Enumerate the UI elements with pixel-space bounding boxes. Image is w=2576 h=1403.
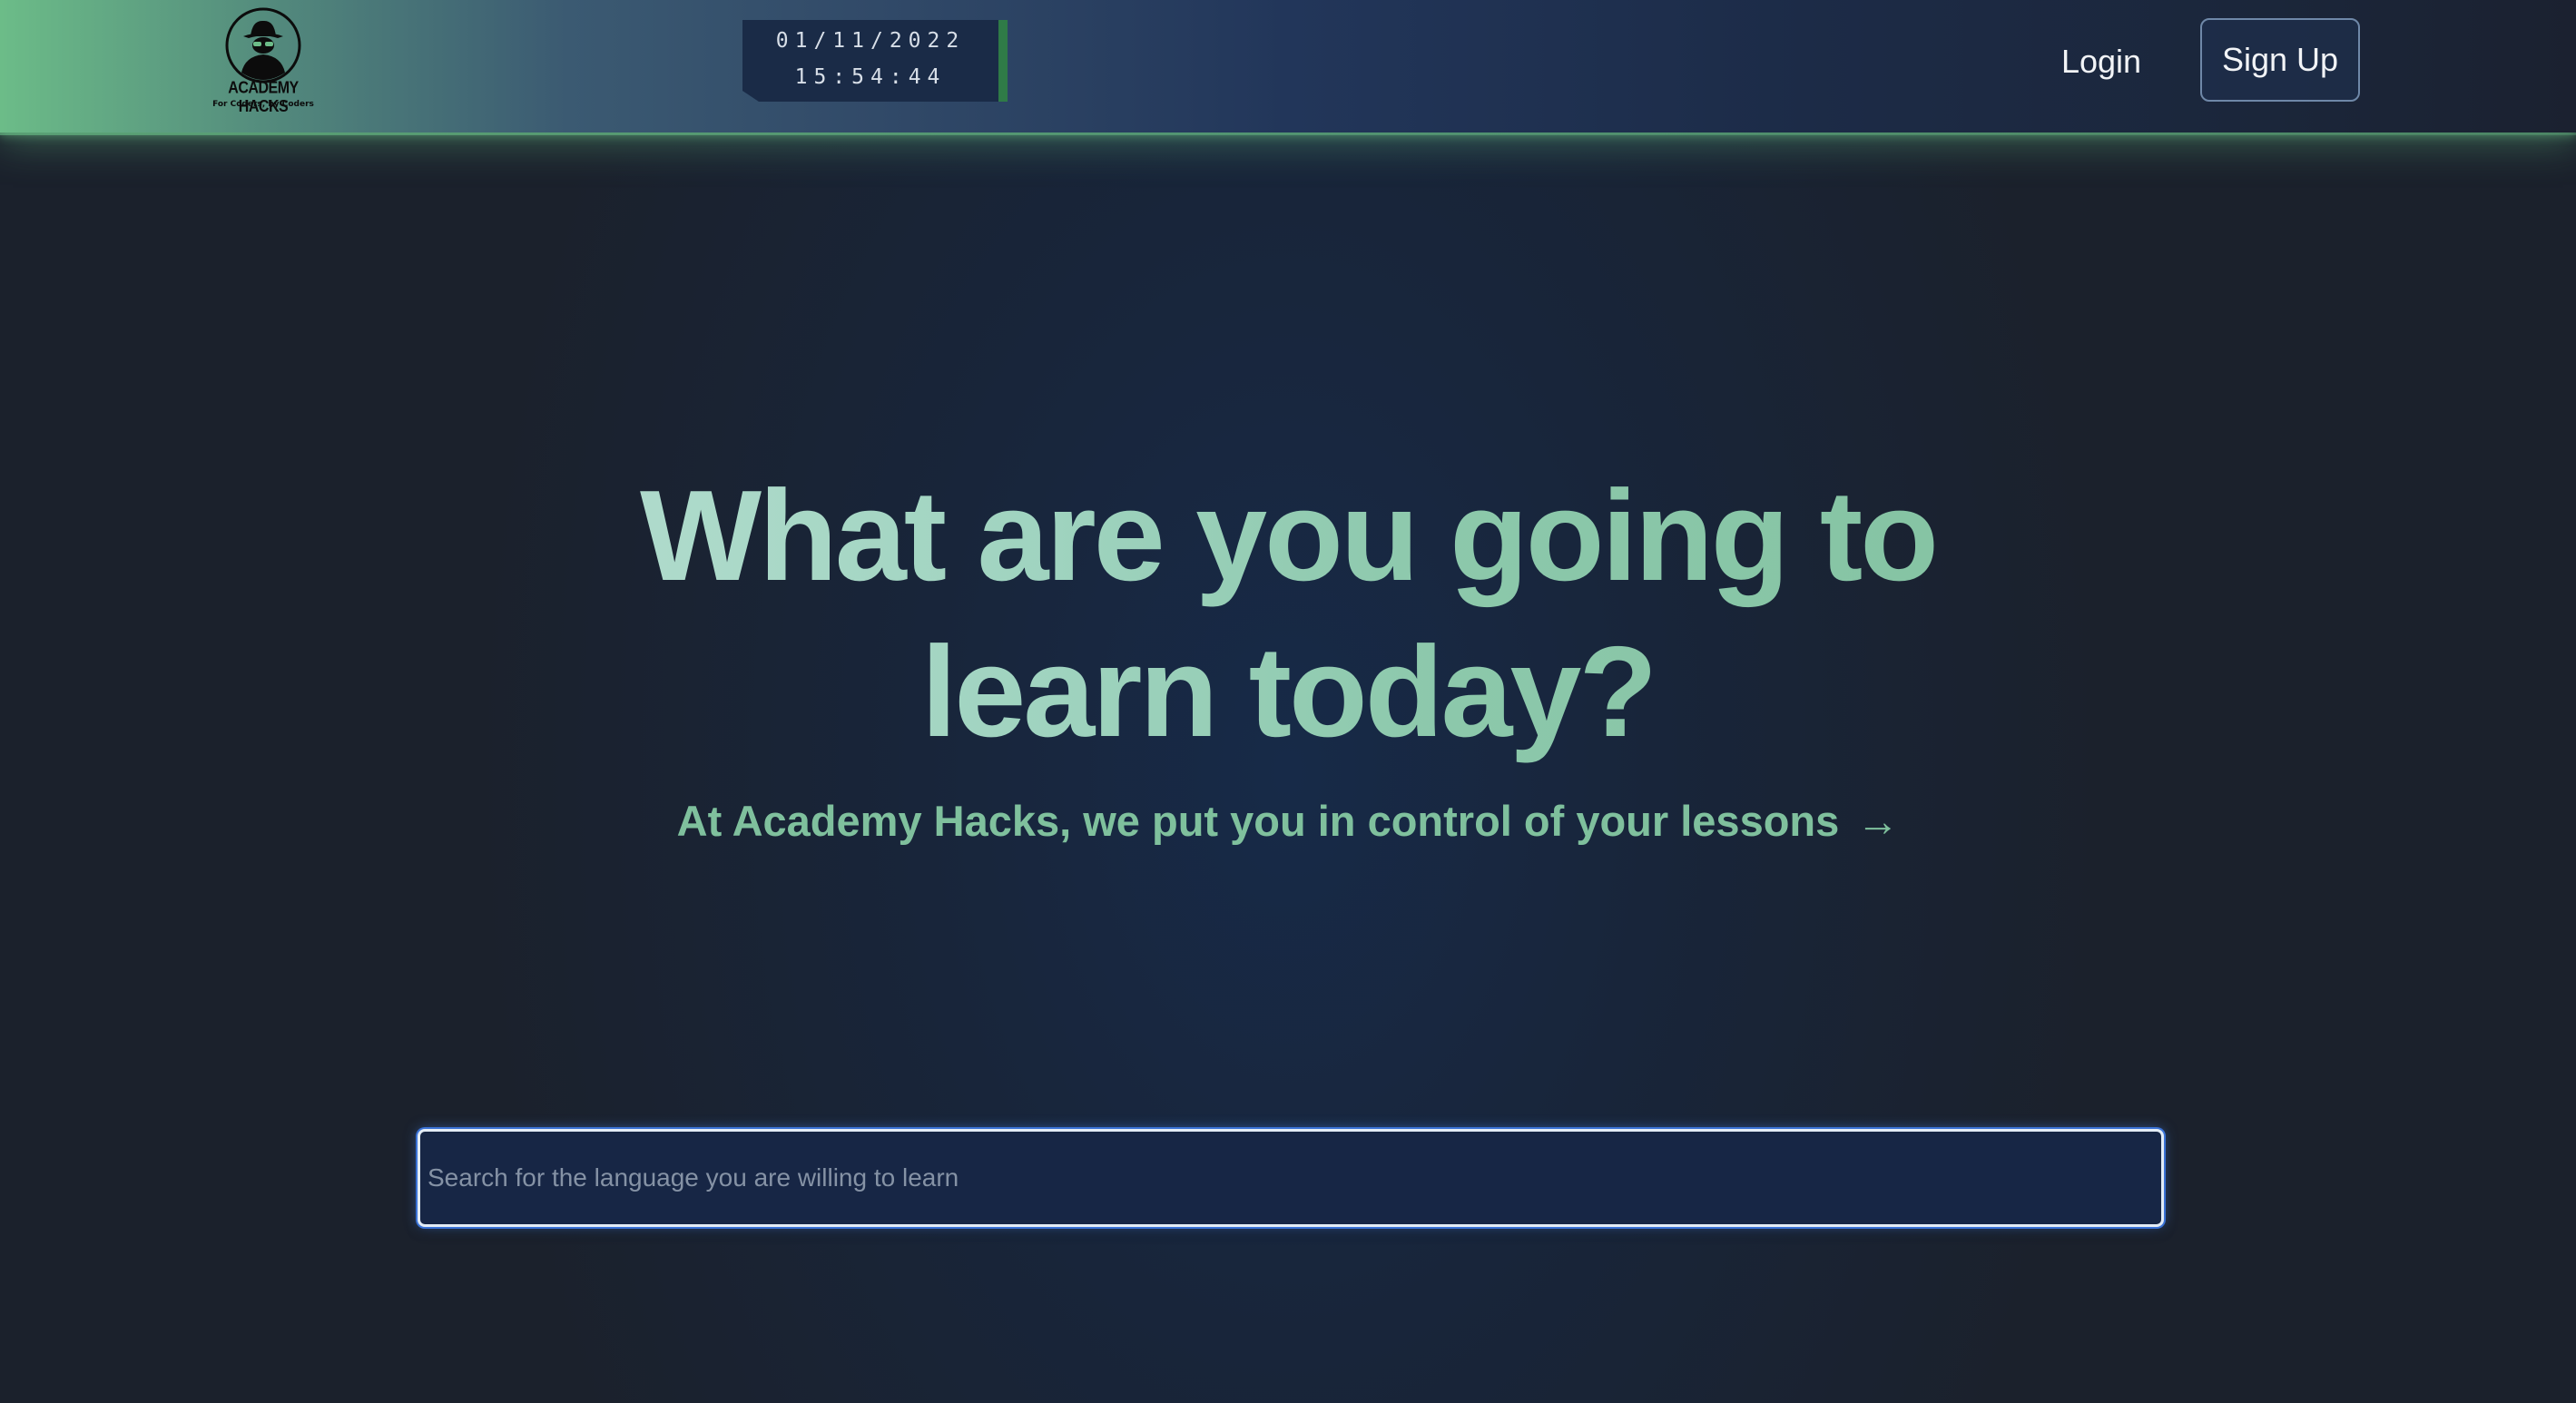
hero-subtitle-link[interactable]: At Academy Hacks, we put you in control … <box>516 796 2060 846</box>
top-navbar: ACADEMY HACKS For Coders, by Coders 01/1… <box>0 0 2576 135</box>
spy-hat-icon <box>225 7 301 83</box>
clock-time: 15:54:44 <box>794 65 947 89</box>
date-time-clock: 01/11/2022 15:54:44 <box>742 20 1008 102</box>
login-button[interactable]: Login <box>2042 29 2160 94</box>
academy-hacks-logo[interactable]: ACADEMY HACKS For Coders, by Coders <box>209 5 318 116</box>
hero-title: What are you going to learn today? <box>516 458 2060 770</box>
hero-title-line-1: What are you going to <box>640 464 1936 608</box>
language-search-input[interactable] <box>420 1132 2161 1224</box>
sign-up-button[interactable]: Sign Up <box>2200 18 2360 102</box>
logo-tagline: For Coders, by Coders <box>212 100 314 109</box>
clock-accent-bar <box>998 20 1008 102</box>
clock-date: 01/11/2022 <box>775 29 966 53</box>
hero-subtitle-text: At Academy Hacks, we put you in control … <box>676 797 1840 845</box>
search-box <box>418 1129 2164 1227</box>
logo-title: ACADEMY HACKS <box>228 79 299 116</box>
arrow-right-icon: → <box>1856 797 1900 845</box>
hero-title-line-2: learn today? <box>920 620 1656 764</box>
